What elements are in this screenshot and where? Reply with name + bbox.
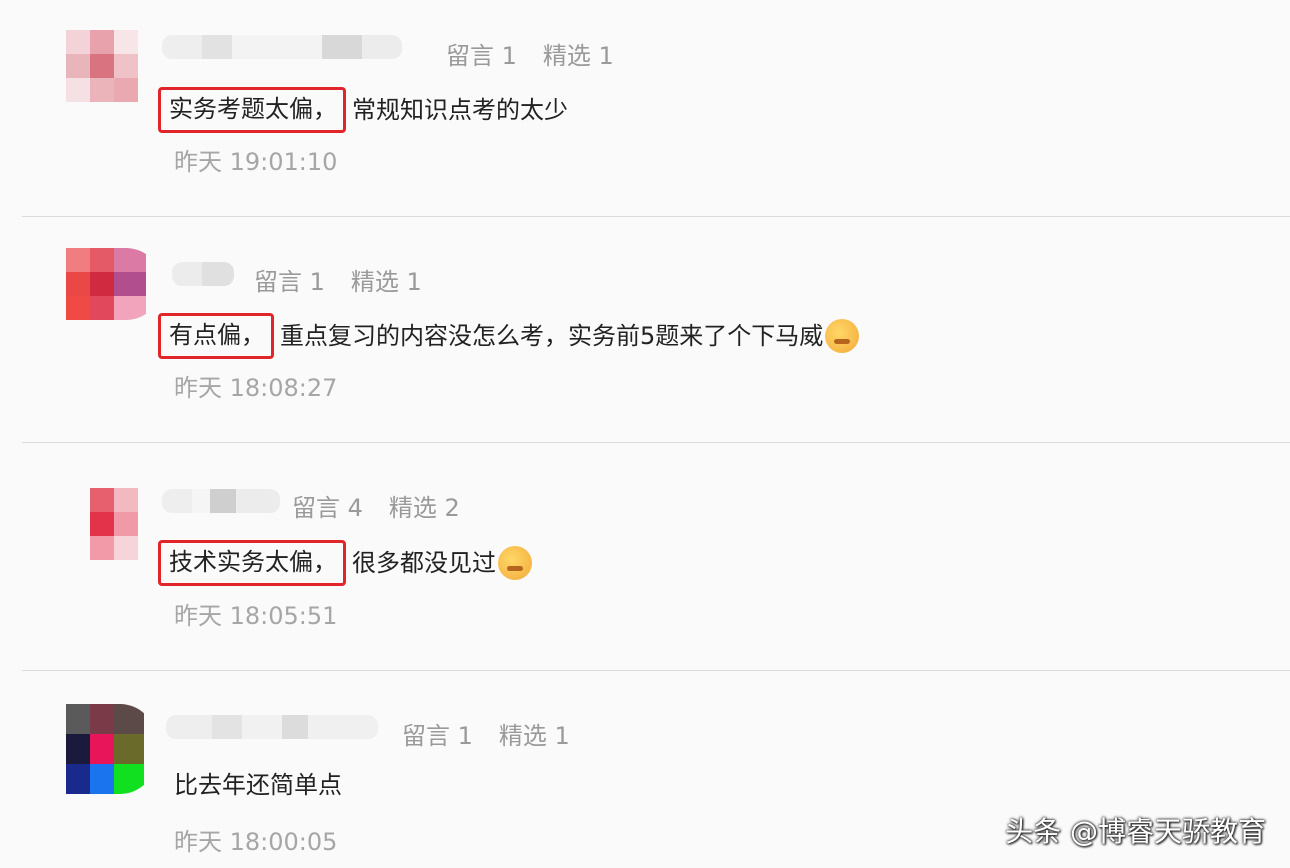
comment-meta: 留言 1 精选 1: [402, 716, 570, 751]
avatar[interactable]: [66, 30, 138, 102]
featured-count[interactable]: 精选 1: [499, 722, 570, 750]
comment-body: 比去年还简单点: [174, 771, 342, 799]
comment-timestamp: 昨天 18:08:27: [174, 374, 338, 402]
avatar[interactable]: [66, 704, 156, 794]
highlighted-phrase: 有点偏，: [158, 313, 274, 359]
comment-timestamp: 昨天 18:05:51: [174, 602, 338, 630]
divider: [22, 670, 1290, 671]
comment-list-page: 留言 1 精选 1 实务考题太偏， 常规知识点考的太少 昨天 19:01:10 留…: [0, 0, 1290, 868]
highlighted-phrase: 技术实务太偏，: [158, 540, 346, 586]
comment-body: 很多都没见过: [352, 549, 496, 577]
reply-count[interactable]: 留言 4: [292, 494, 363, 522]
divider: [22, 442, 1290, 443]
reply-count[interactable]: 留言 1: [446, 42, 517, 70]
comment-text: 比去年还简单点: [174, 770, 342, 800]
username-blurred[interactable]: [172, 262, 234, 286]
reply-count[interactable]: 留言 1: [402, 722, 473, 750]
username-blurred[interactable]: [166, 715, 378, 739]
comment-body: 常规知识点考的太少: [352, 96, 568, 124]
comment-timestamp: 昨天 19:01:10: [174, 148, 338, 176]
reply-count[interactable]: 留言 1: [254, 268, 325, 296]
avatar[interactable]: [66, 248, 162, 320]
featured-count[interactable]: 精选 2: [389, 494, 460, 522]
crying-laughing-emoji-icon: [825, 319, 860, 353]
comment-meta: 留言 1 精选 1: [254, 262, 422, 297]
watermark: 头条 @博睿天骄教育: [1005, 815, 1266, 848]
avatar[interactable]: [66, 488, 138, 560]
highlighted-phrase: 实务考题太偏，: [158, 87, 346, 133]
comment-meta: 留言 1 精选 1: [446, 36, 614, 71]
divider: [22, 216, 1290, 217]
comment-text: 实务考题太偏， 常规知识点考的太少: [158, 87, 568, 133]
featured-count[interactable]: 精选 1: [543, 42, 614, 70]
comment-body: 重点复习的内容没怎么考，实务前5题来了个下马威: [280, 322, 824, 350]
comment-meta: 留言 4 精选 2: [292, 488, 460, 523]
drooling-emoji-icon: [498, 546, 532, 580]
comment-text: 有点偏， 重点复习的内容没怎么考，实务前5题来了个下马威: [158, 313, 860, 359]
comment-timestamp: 昨天 18:00:05: [174, 828, 338, 856]
username-blurred[interactable]: [162, 489, 280, 513]
username-blurred[interactable]: [162, 35, 402, 59]
featured-count[interactable]: 精选 1: [351, 268, 422, 296]
comment-text: 技术实务太偏， 很多都没见过: [158, 540, 532, 586]
